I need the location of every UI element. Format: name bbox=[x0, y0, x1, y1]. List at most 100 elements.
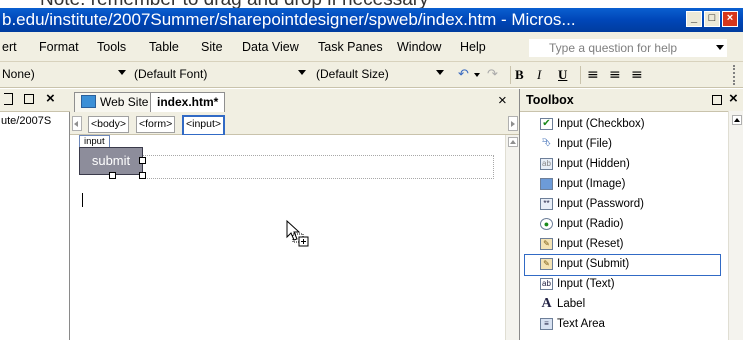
file-icon: ⮷ bbox=[542, 137, 551, 149]
toolbar-grip-icon[interactable] bbox=[733, 65, 741, 85]
quick-tag-scroll-left[interactable] bbox=[72, 116, 82, 131]
help-search-input[interactable]: Type a question for help bbox=[528, 38, 728, 58]
submit-button[interactable]: submit bbox=[79, 147, 143, 175]
style-dropdown-icon[interactable] bbox=[118, 70, 126, 75]
menu-task-panes[interactable]: Task Panes bbox=[318, 32, 383, 62]
toolbox-item-label: Input (Checkbox) bbox=[557, 118, 645, 130]
radio-icon: ● bbox=[540, 218, 553, 230]
toolbox-scrollbar[interactable] bbox=[728, 111, 743, 340]
toolbox-item-input-password[interactable]: ** Input (Password) bbox=[524, 194, 719, 214]
undo-icon[interactable]: ↶ bbox=[458, 66, 469, 84]
design-view[interactable]: input submit bbox=[73, 135, 505, 340]
quick-tag-form[interactable]: <form> bbox=[136, 116, 176, 133]
redo-icon[interactable]: ↷ bbox=[487, 66, 498, 84]
align-right-icon[interactable]: ≡ bbox=[631, 66, 643, 84]
style-combo[interactable]: None) bbox=[2, 65, 35, 84]
pane-menu-icon[interactable] bbox=[4, 93, 13, 105]
minimize-button[interactable]: _ bbox=[686, 11, 702, 27]
close-toolbox-button[interactable]: × bbox=[729, 90, 738, 108]
quick-tag-body[interactable]: <body> bbox=[88, 116, 130, 133]
close-pane-button[interactable]: × bbox=[46, 90, 55, 108]
toolbox-item-text-area[interactable]: ≡ Text Area bbox=[524, 314, 719, 334]
toolbox-item-label: Input (File) bbox=[557, 138, 612, 150]
window-title: b.edu/institute/2007Summer/sharepointdes… bbox=[2, 10, 576, 29]
resize-handle[interactable] bbox=[109, 172, 116, 179]
maximize-button[interactable]: □ bbox=[704, 11, 720, 27]
form-boundary bbox=[141, 155, 494, 179]
size-dropdown-icon[interactable] bbox=[436, 70, 444, 75]
drag-copy-cursor-icon bbox=[286, 219, 309, 247]
toolbox-item-label: Input (Hidden) bbox=[557, 158, 630, 170]
password-icon: ** bbox=[540, 198, 553, 210]
resize-handle[interactable] bbox=[139, 157, 146, 164]
folder-path[interactable]: ute/2007S bbox=[1, 115, 68, 127]
menu-site[interactable]: Site bbox=[201, 32, 223, 62]
document-area: Web Site index.htm* × <body> <form> <inp… bbox=[70, 89, 520, 340]
hidden-icon: ab bbox=[540, 158, 553, 170]
folder-list-header: × bbox=[0, 89, 70, 112]
quick-tag-scroll-right[interactable] bbox=[508, 116, 518, 131]
chevron-right-icon bbox=[511, 121, 515, 127]
toolbar-separator bbox=[510, 66, 511, 84]
toolbox-item-label: Label bbox=[557, 298, 586, 310]
menu-insert[interactable]: ert bbox=[2, 32, 17, 62]
chevron-up-icon bbox=[510, 140, 516, 144]
toolbox-title: Toolbox bbox=[526, 93, 574, 107]
close-document-button[interactable]: × bbox=[498, 92, 507, 110]
image-icon bbox=[540, 178, 553, 190]
toolbox-pane: Toolbox × ✔ Input (Checkbox) ⮷ Input (Fi… bbox=[519, 89, 743, 340]
font-dropdown-icon[interactable] bbox=[298, 70, 306, 75]
toolbox-item-input-text[interactable]: ab Input (Text) bbox=[524, 274, 719, 294]
menu-window[interactable]: Window bbox=[397, 32, 441, 62]
reset-icon: ✎ bbox=[540, 238, 553, 250]
toolbox-item-input-checkbox[interactable]: ✔ Input (Checkbox) bbox=[524, 114, 719, 134]
scroll-up-button[interactable] bbox=[732, 115, 742, 125]
menu-tools[interactable]: Tools bbox=[97, 32, 126, 62]
font-combo[interactable]: (Default Font) bbox=[134, 65, 207, 84]
menu-bar: ert Format Tools Table Site Data View Ta… bbox=[0, 32, 743, 62]
close-button[interactable]: × bbox=[722, 11, 738, 27]
align-center-icon[interactable]: ≡ bbox=[609, 66, 621, 84]
toolbox-item-label[interactable]: A Label bbox=[524, 294, 719, 314]
checkbox-icon: ✔ bbox=[540, 118, 553, 130]
caption-strip: Note: remember to drag and drop if neces… bbox=[0, 0, 743, 8]
restore-pane-icon[interactable] bbox=[712, 95, 722, 105]
bold-button[interactable]: B bbox=[515, 66, 524, 84]
toolbox-item-label: Text Area bbox=[557, 318, 605, 330]
tab-label: Web Site bbox=[100, 95, 149, 109]
undo-dropdown-icon[interactable] bbox=[474, 73, 480, 77]
scroll-up-button[interactable] bbox=[508, 137, 518, 147]
restore-pane-icon[interactable] bbox=[24, 94, 34, 104]
toolbox-item-input-file[interactable]: ⮷ Input (File) bbox=[524, 134, 719, 154]
size-combo[interactable]: (Default Size) bbox=[316, 65, 389, 84]
caption-text: Note: remember to drag and drop if neces… bbox=[40, 0, 429, 8]
toolbox-item-input-radio[interactable]: ● Input (Radio) bbox=[524, 214, 719, 234]
quick-tag-selector: <body> <form> <input> bbox=[70, 112, 519, 136]
toolbox-item-input-submit[interactable]: ✎ Input (Submit) bbox=[524, 254, 721, 276]
toolbox-item-input-image[interactable]: Input (Image) bbox=[524, 174, 719, 194]
italic-button[interactable]: I bbox=[537, 66, 541, 84]
toolbox-item-input-hidden[interactable]: ab Input (Hidden) bbox=[524, 154, 719, 174]
menu-format[interactable]: Format bbox=[39, 32, 79, 62]
vertical-scrollbar[interactable] bbox=[505, 135, 520, 340]
text-cursor bbox=[82, 193, 83, 207]
tab-label: index.htm* bbox=[157, 95, 219, 109]
toolbox-item-label: Input (Image) bbox=[557, 178, 626, 190]
help-placeholder: Type a question for help bbox=[549, 41, 678, 55]
tab-web-site[interactable]: Web Site bbox=[74, 92, 156, 113]
menu-data-view[interactable]: Data View bbox=[242, 32, 299, 62]
resize-handle[interactable] bbox=[139, 172, 146, 179]
help-dropdown-icon[interactable] bbox=[716, 45, 724, 50]
title-bar[interactable]: b.edu/institute/2007Summer/sharepointdes… bbox=[0, 8, 743, 32]
menu-table[interactable]: Table bbox=[149, 32, 179, 62]
toolbox-item-label: Input (Text) bbox=[557, 278, 615, 290]
tab-index-htm[interactable]: index.htm* bbox=[150, 92, 226, 114]
underline-button[interactable]: U bbox=[558, 66, 567, 84]
menu-help[interactable]: Help bbox=[460, 32, 486, 62]
submit-icon: ✎ bbox=[540, 258, 553, 270]
toolbox-item-label: Input (Submit) bbox=[557, 258, 630, 270]
quick-tag-input[interactable]: <input> bbox=[182, 115, 226, 136]
toolbox-item-input-reset[interactable]: ✎ Input (Reset) bbox=[524, 234, 719, 254]
align-left-icon[interactable]: ≡ bbox=[587, 66, 599, 84]
formatting-toolbar: None) (Default Font) (Default Size) ↶ ↷ … bbox=[0, 62, 743, 88]
